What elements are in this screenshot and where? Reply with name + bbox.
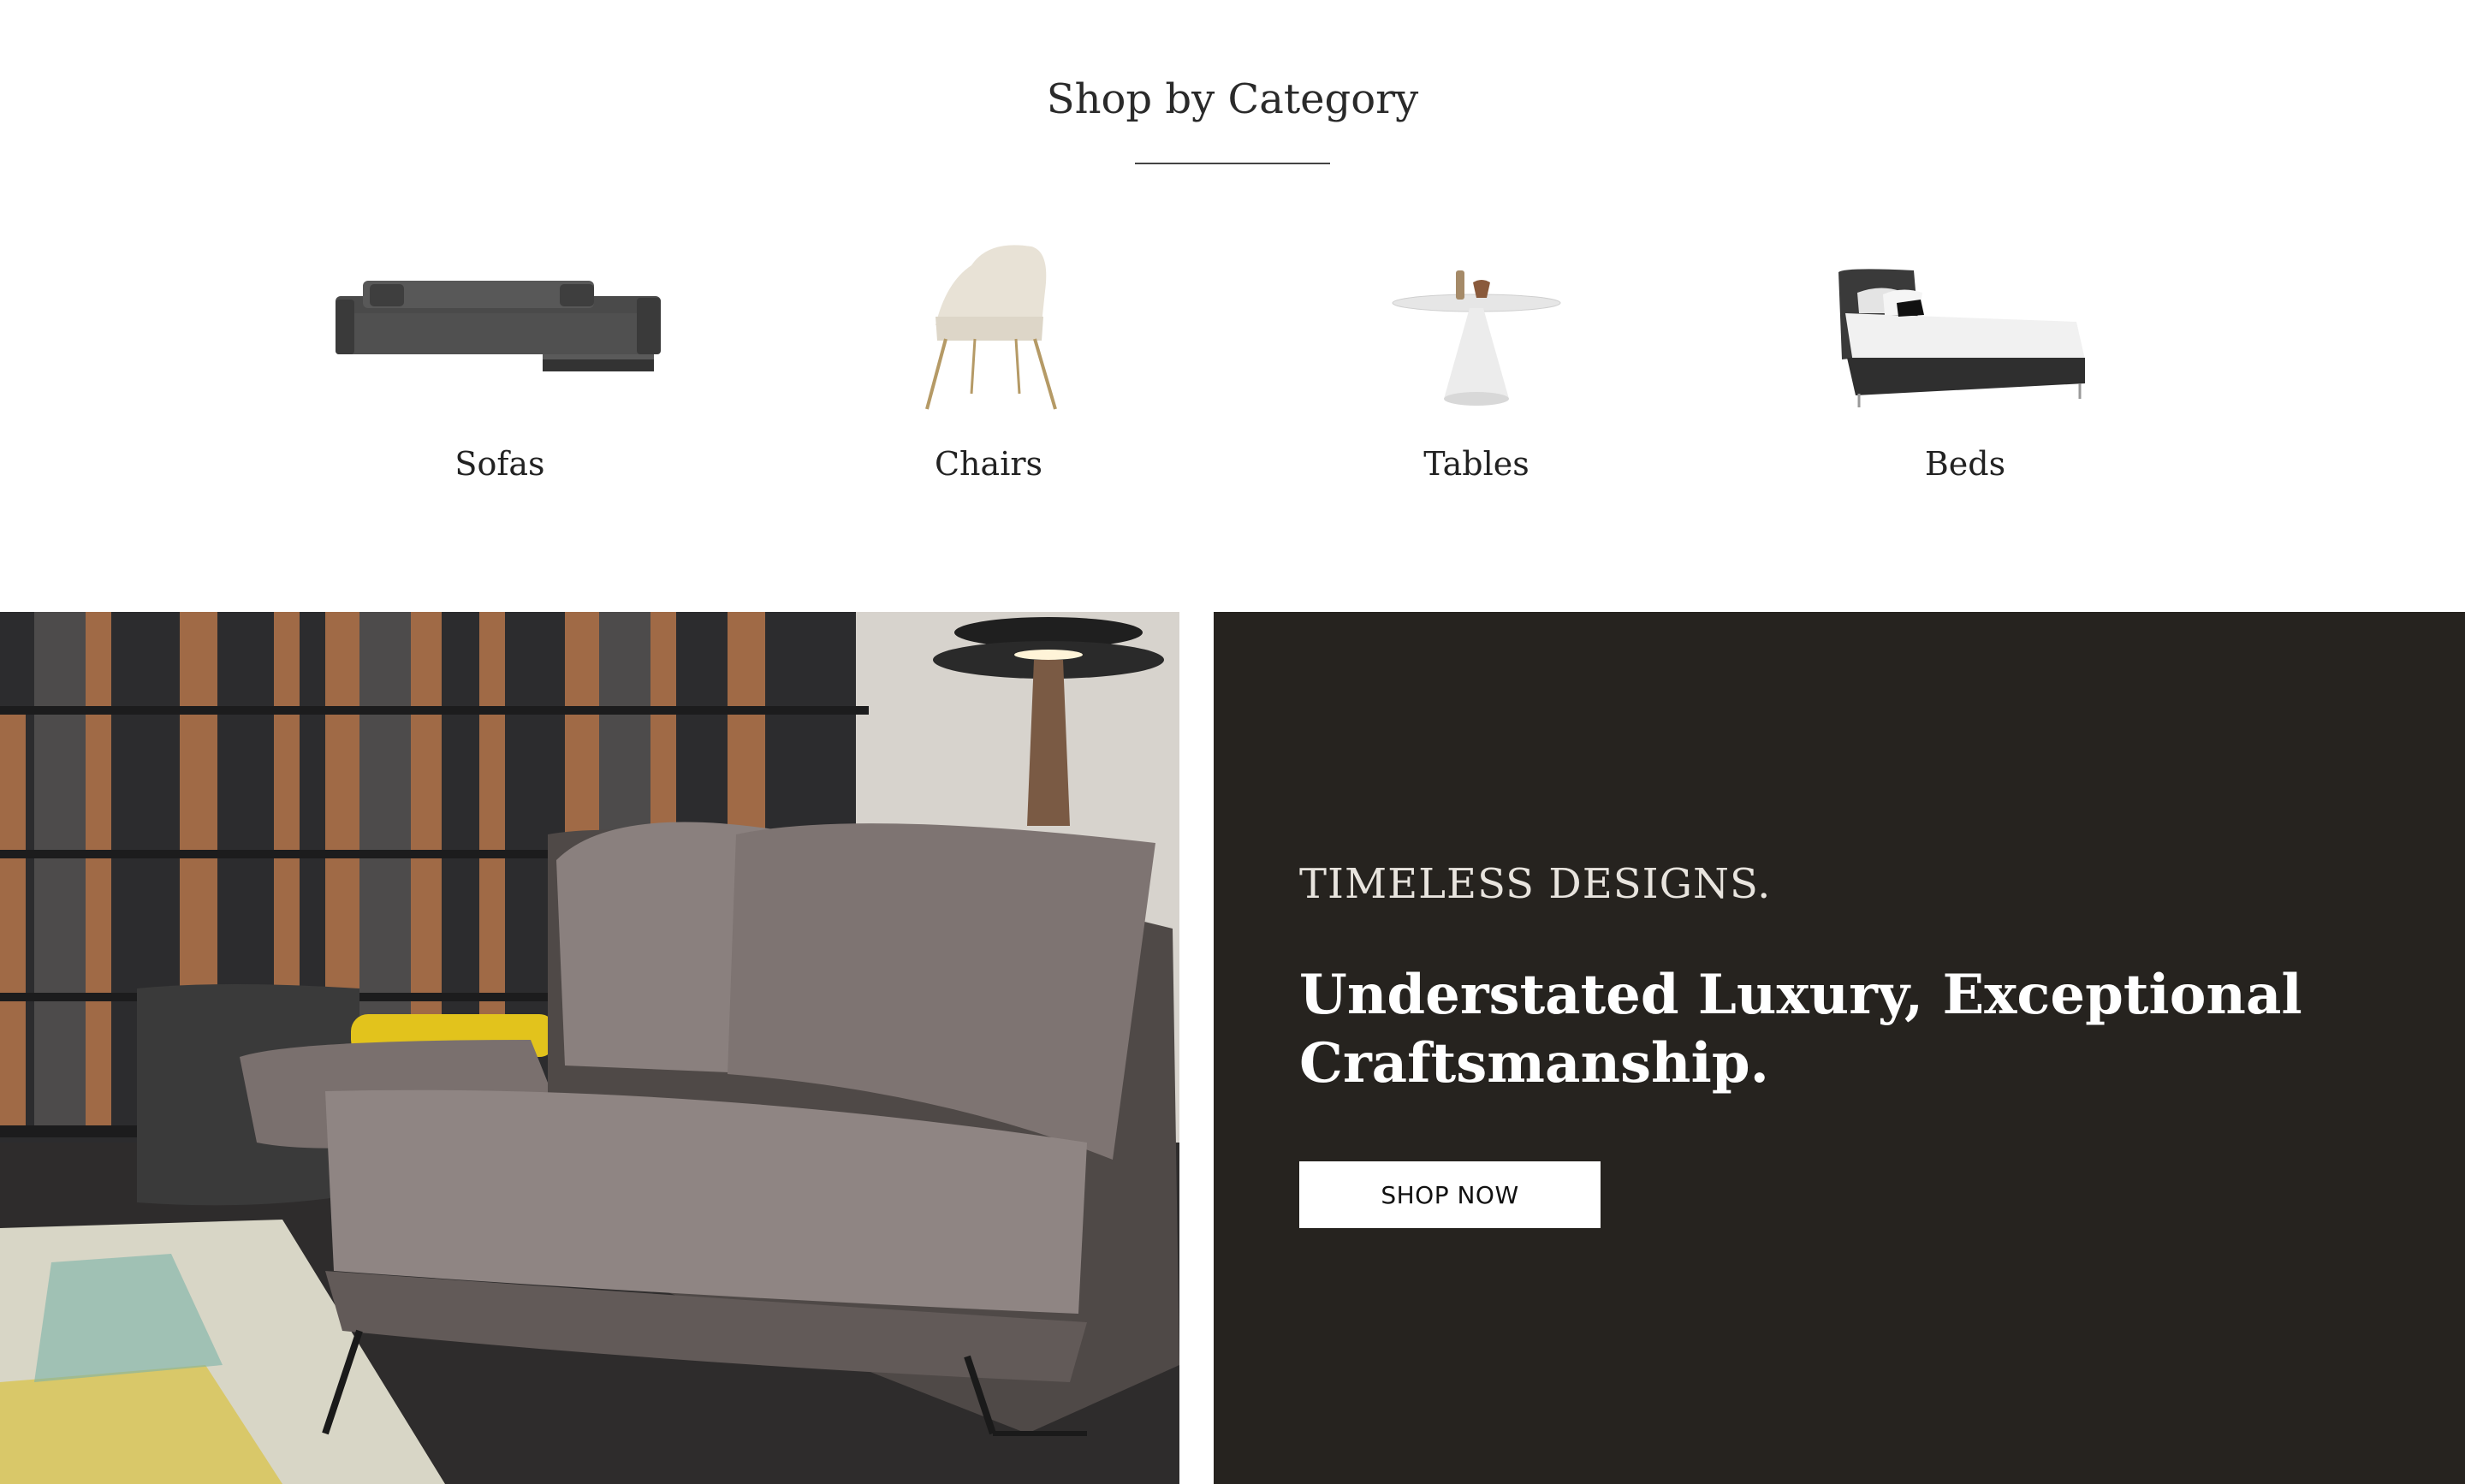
chair-image[interactable] [817, 231, 1160, 419]
living-room-sofa-photo [0, 612, 1179, 1484]
table-image[interactable] [1305, 231, 1648, 419]
category-beds[interactable]: Beds [1794, 231, 2136, 488]
bed-image[interactable] [1794, 231, 2136, 419]
category-chairs[interactable]: Chairs [817, 231, 1160, 488]
category-label: Chairs [934, 445, 1043, 483]
category-label: Beds [1924, 445, 2006, 483]
shop-now-button[interactable]: SHOP NOW [1299, 1161, 1601, 1228]
promo-headline-line1: Understated Luxury, Exceptional [1299, 963, 2302, 1027]
title-divider [1135, 163, 1330, 164]
promo-panel: TIMELESS DESIGNS. Understated Luxury, Ex… [1214, 612, 2465, 1484]
living-room-illustration [0, 612, 1179, 1484]
promo-headline: Understated Luxury, Exceptional Craftsma… [1299, 961, 2326, 1098]
promo-eyebrow: TIMELESS DESIGNS. [1299, 860, 1772, 908]
section-title: Shop by Category [1046, 75, 1419, 123]
sofa-image[interactable] [329, 231, 671, 419]
category-label: Tables [1423, 445, 1529, 483]
promo-headline-line2: Craftsmanship. [1299, 1031, 1769, 1095]
category-sofas[interactable]: Sofas [329, 231, 671, 488]
category-label: Sofas [454, 445, 545, 483]
category-tables[interactable]: Tables [1305, 231, 1648, 488]
